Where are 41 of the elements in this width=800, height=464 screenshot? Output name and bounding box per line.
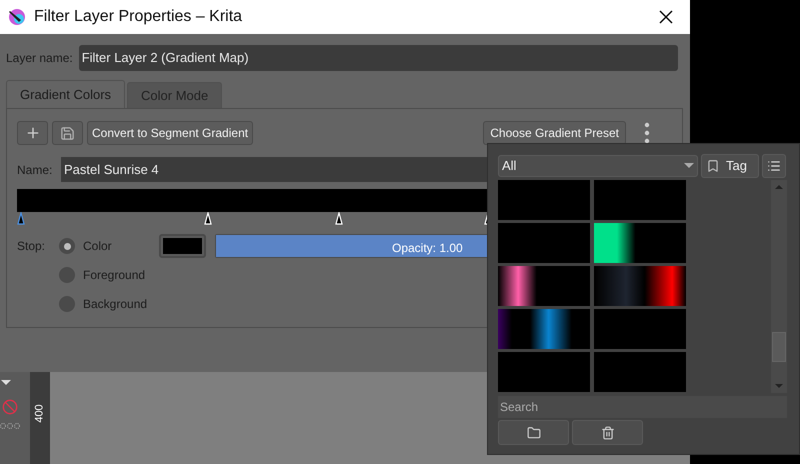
gradient-preset-swatch[interactable] <box>498 352 590 392</box>
gradient-preset-swatch[interactable] <box>594 352 686 392</box>
folder-icon <box>526 426 540 440</box>
more-options-icon[interactable] <box>644 122 650 144</box>
trash-icon <box>600 426 614 440</box>
filter-dropdown[interactable]: All <box>498 155 698 177</box>
stop-marker[interactable] <box>17 212 25 225</box>
choose-preset-button[interactable]: Choose Gradient Preset <box>483 121 626 145</box>
gradient-preset-swatch[interactable] <box>498 180 590 220</box>
gradient-preset-swatch[interactable] <box>594 180 686 220</box>
caret-icon <box>684 163 694 169</box>
plus-icon <box>24 125 40 141</box>
add-button[interactable] <box>17 121 48 145</box>
stop-label: Stop: <box>17 238 46 255</box>
dotted-circles-icon[interactable] <box>0 421 20 431</box>
brush-app-icon <box>8 8 26 26</box>
tag-button[interactable]: Tag <box>701 154 759 178</box>
gradient-preset-swatch[interactable] <box>498 309 590 349</box>
search-field[interactable]: Search <box>498 396 787 418</box>
bookmark-icon <box>706 159 720 173</box>
delete-button[interactable] <box>572 420 643 445</box>
scroll-thumb[interactable] <box>772 332 786 362</box>
layer-name-label: Layer name: <box>6 50 73 67</box>
color-swatch-button[interactable] <box>159 234 206 258</box>
window-title: Filter Layer Properties – Krita <box>34 7 242 27</box>
close-icon[interactable] <box>658 9 674 25</box>
gradient-preset-swatch[interactable] <box>498 223 590 263</box>
open-folder-button[interactable] <box>498 420 569 445</box>
name-label: Name: <box>17 162 54 178</box>
list-icon <box>767 159 781 173</box>
gradient-preset-swatch[interactable] <box>594 223 686 263</box>
gradient-preset-swatch[interactable] <box>594 309 686 349</box>
convert-button[interactable]: Convert to Segment Gradient <box>87 121 254 145</box>
scrollbar[interactable] <box>771 180 787 393</box>
gradient-preset-swatch[interactable] <box>498 266 590 306</box>
gradient-preset-swatch[interactable] <box>594 266 686 306</box>
view-mode-button[interactable] <box>762 154 786 178</box>
save-button[interactable] <box>52 121 83 145</box>
opacity-reading: Opacity: 1.00 <box>392 240 463 257</box>
ruler-label: 400 <box>34 404 46 423</box>
layer-name-field[interactable]: Filter Layer 2 (Gradient Map) <box>78 45 678 71</box>
